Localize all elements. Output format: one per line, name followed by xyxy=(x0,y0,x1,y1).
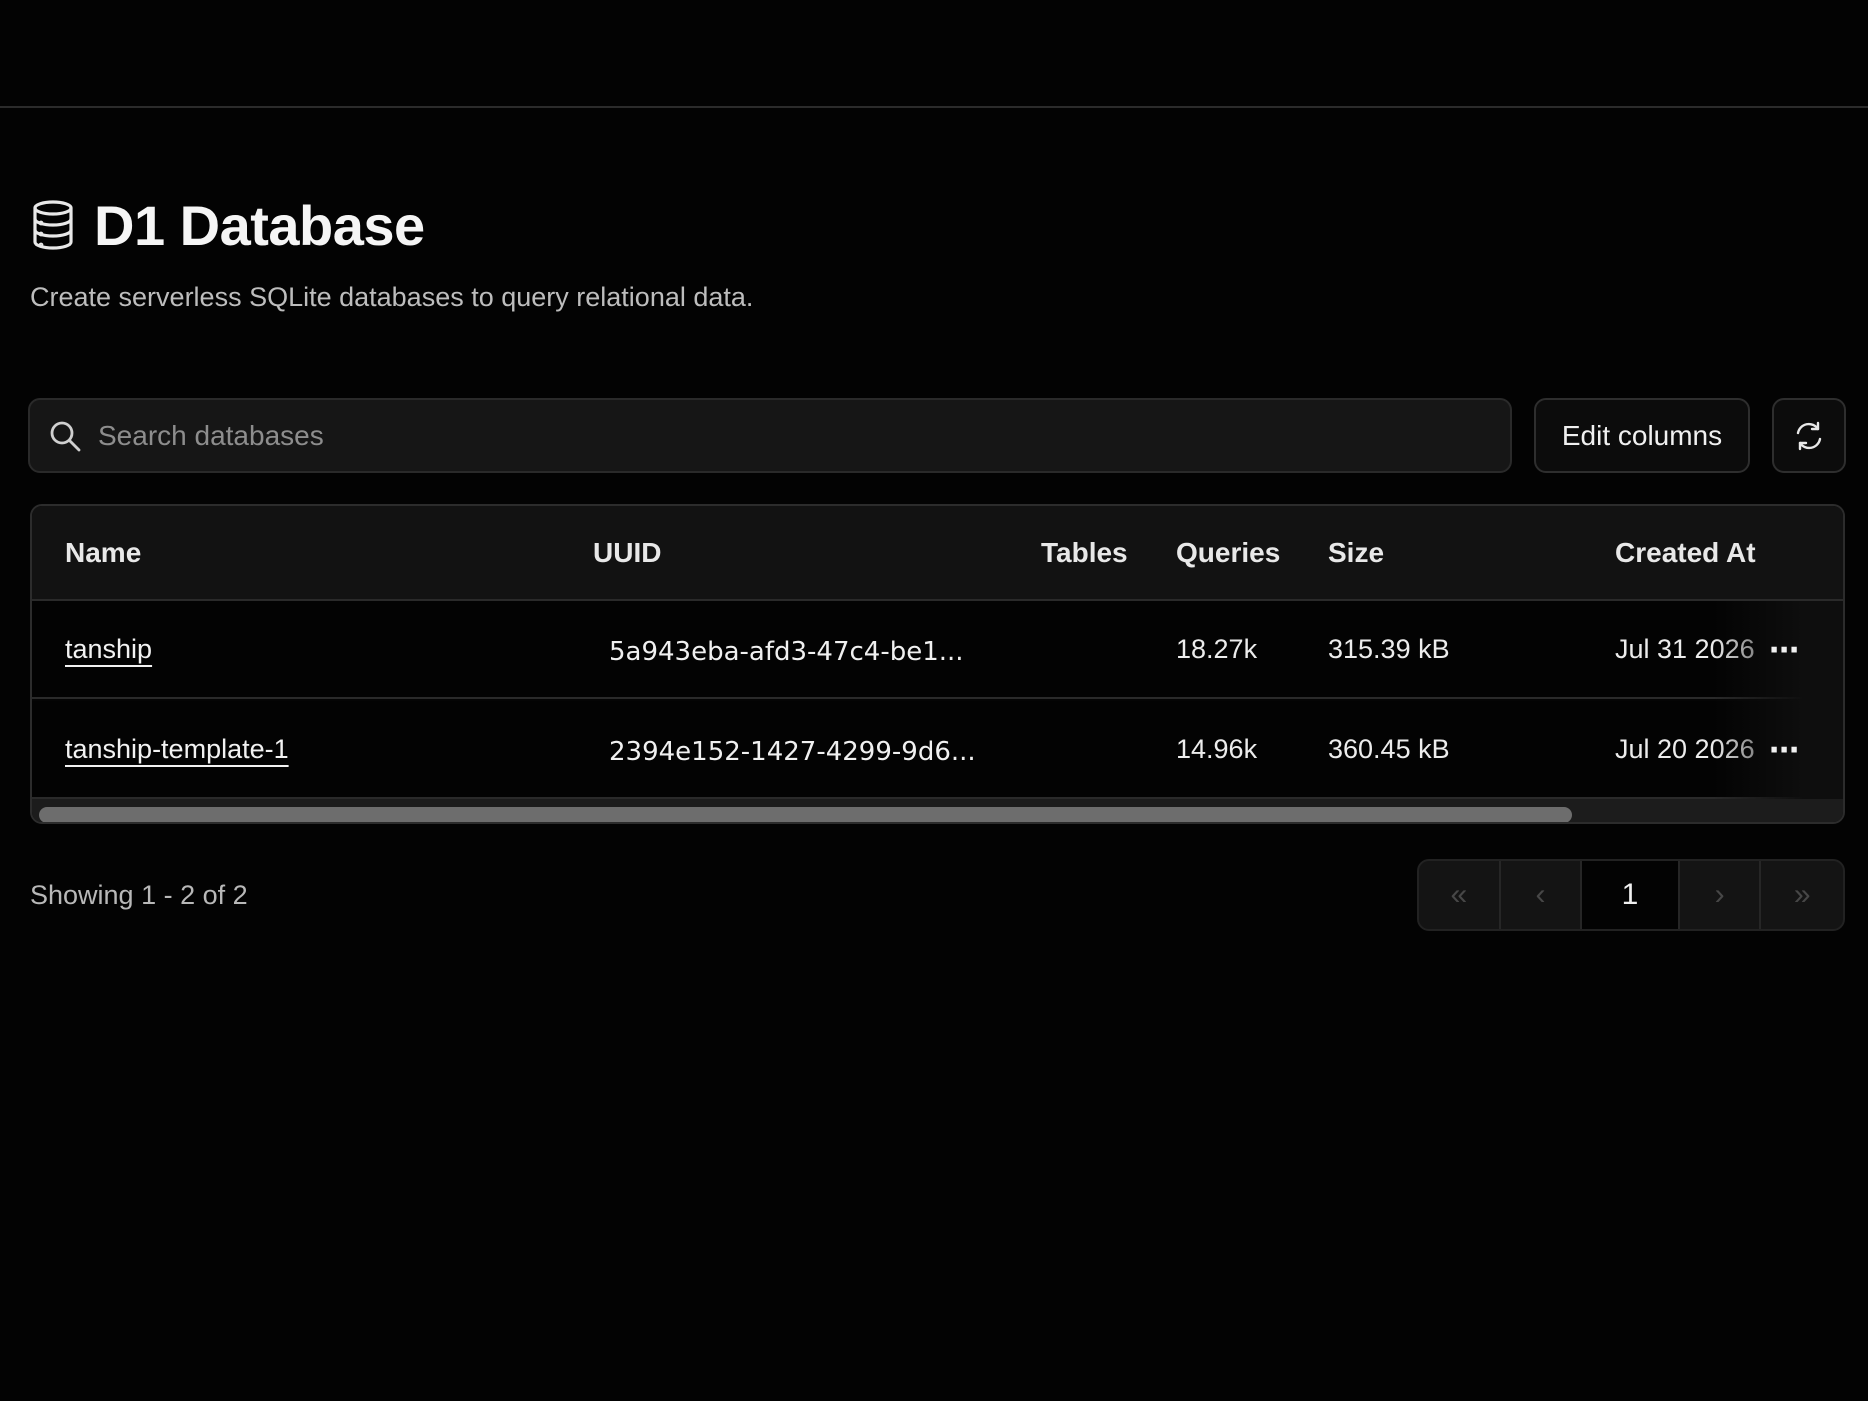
row-actions-container: ⋯ xyxy=(1723,701,1843,799)
double-chevron-right-icon: » xyxy=(1793,878,1811,911)
database-icon xyxy=(30,198,78,252)
column-header-size[interactable]: Size xyxy=(1328,506,1384,599)
top-bar xyxy=(0,0,1868,108)
row-actions-menu-icon[interactable]: ⋯ xyxy=(1769,601,1799,699)
uuid-cell: 2394e152-1427-4299-9d6... xyxy=(609,737,976,767)
table-row: tanship-template-1 2394e152-1427-4299-9d… xyxy=(32,701,1843,799)
refresh-icon xyxy=(1794,421,1824,451)
size-cell: 360.45 kB xyxy=(1328,733,1450,764)
table-row: tanship 5a943eba-afd3-47c4-be1... 18.27k… xyxy=(32,601,1843,699)
column-header-created-at[interactable]: Created At xyxy=(1615,506,1756,599)
pagination-summary: Showing 1 - 2 of 2 xyxy=(30,880,248,910)
edit-columns-button[interactable]: Edit columns xyxy=(1534,398,1750,473)
scrollbar-thumb[interactable] xyxy=(39,807,1572,822)
double-chevron-left-icon: « xyxy=(1450,878,1468,911)
previous-page-button[interactable]: ‹ xyxy=(1501,861,1583,929)
page-subtitle: Create serverless SQLite databases to qu… xyxy=(30,282,754,312)
page-header: D1 Database xyxy=(30,190,425,260)
column-header-tables[interactable]: Tables xyxy=(1041,506,1128,599)
table-header: Name UUID Tables Queries Size Created At xyxy=(32,506,1843,601)
database-name-link[interactable]: tanship xyxy=(65,634,152,665)
row-actions-menu-icon[interactable]: ⋯ xyxy=(1769,701,1799,799)
search-bar[interactable] xyxy=(28,398,1512,473)
first-page-button[interactable]: « xyxy=(1419,861,1501,929)
databases-table: Name UUID Tables Queries Size Created At… xyxy=(30,504,1845,824)
current-page-button[interactable]: 1 xyxy=(1582,861,1680,929)
size-cell: 315.39 kB xyxy=(1328,633,1450,664)
column-header-uuid[interactable]: UUID xyxy=(593,506,661,599)
page-title: D1 Database xyxy=(94,193,425,257)
row-actions-container: ⋯ xyxy=(1723,601,1843,699)
column-header-queries[interactable]: Queries xyxy=(1176,506,1280,599)
search-input[interactable] xyxy=(98,419,1478,452)
queries-cell: 14.96k xyxy=(1176,733,1258,764)
last-page-button[interactable]: » xyxy=(1761,861,1843,929)
chevron-right-icon: › xyxy=(1714,878,1725,911)
column-header-name[interactable]: Name xyxy=(65,506,141,599)
uuid-cell: 5a943eba-afd3-47c4-be1... xyxy=(609,637,964,667)
next-page-button[interactable]: › xyxy=(1680,861,1762,929)
pagination: « ‹ 1 › » xyxy=(1417,859,1845,931)
database-name-link[interactable]: tanship-template-1 xyxy=(65,734,289,765)
search-icon xyxy=(48,419,82,453)
queries-cell: 18.27k xyxy=(1176,633,1258,664)
refresh-button[interactable] xyxy=(1772,398,1846,473)
horizontal-scrollbar[interactable] xyxy=(32,799,1843,822)
chevron-left-icon: ‹ xyxy=(1535,878,1546,911)
